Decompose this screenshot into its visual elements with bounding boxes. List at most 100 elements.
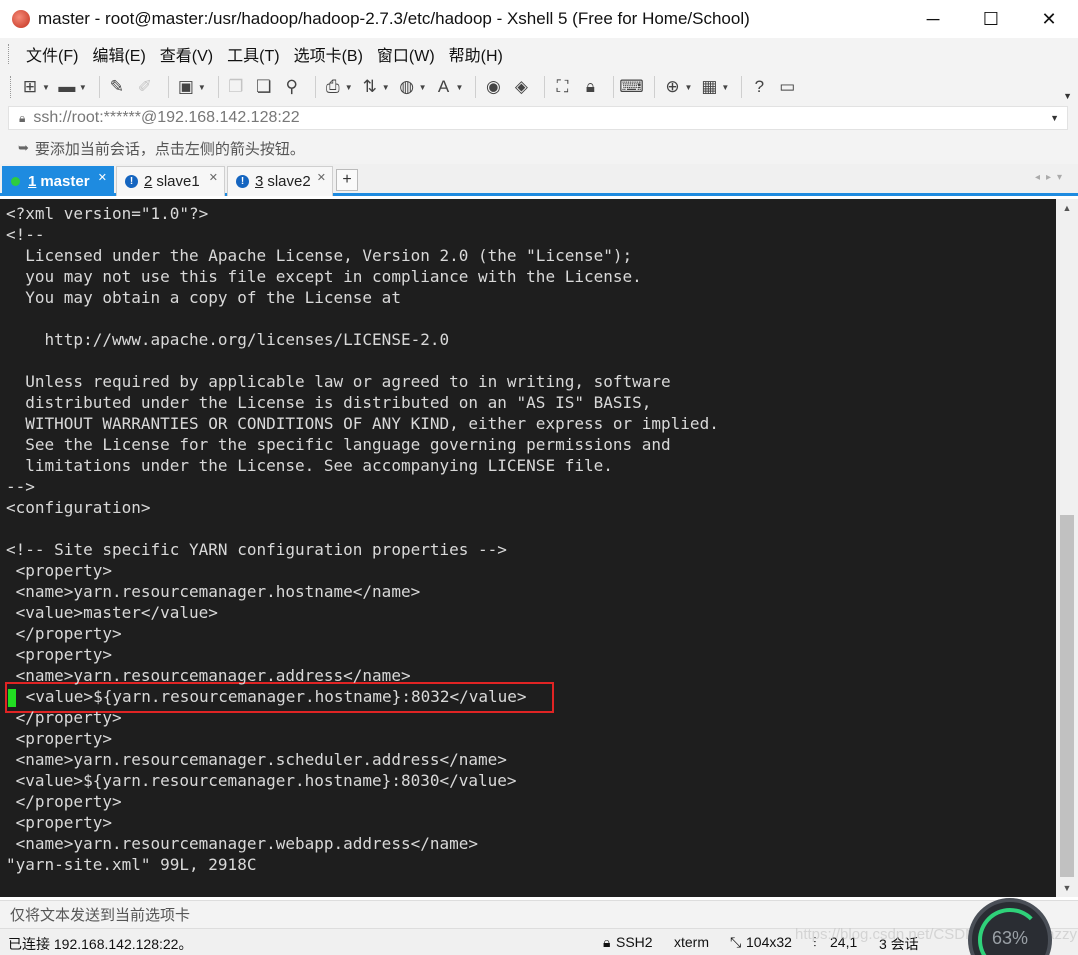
toolbar-divider: [314, 76, 316, 98]
terminal-line: <value>${yarn.resourcemanager.hostname}:…: [6, 771, 517, 790]
menu-tools[interactable]: 工具(T): [220, 42, 286, 66]
tab-scroll-arrows-icon[interactable]: ◂▸▾: [1035, 172, 1068, 183]
terminal-line: <!--: [6, 225, 45, 244]
terminal-line: <name>yarn.resourcemanager.webapp.addres…: [6, 834, 479, 853]
minimize-button[interactable]: ─: [904, 0, 962, 38]
xmanager-icon: ◈: [514, 77, 528, 96]
toolbar-divider: [98, 76, 100, 98]
terminal-scrollbar[interactable]: ▲ ▼: [1056, 199, 1078, 897]
copy-button[interactable]: ❐: [225, 76, 247, 98]
disconnect-icon: ✐: [137, 77, 152, 96]
terminal-line: You may obtain a copy of the License at: [6, 288, 401, 307]
xmanager-button[interactable]: ◈: [510, 76, 532, 98]
status-size: 104x32: [746, 934, 792, 950]
tab-master[interactable]: 1 master ✕: [2, 166, 114, 196]
font-icon: A: [437, 77, 450, 96]
scroll-up-icon[interactable]: ▲: [1056, 199, 1078, 217]
menu-file[interactable]: 文件(F): [19, 42, 85, 66]
globe-button[interactable]: ◍ ▼: [396, 76, 426, 98]
compose-bar[interactable]: 仅将文本发送到当前选项卡: [0, 900, 1078, 928]
chat-icon: ▭: [779, 77, 796, 96]
find-button[interactable]: ⚲: [281, 76, 303, 98]
chevron-down-icon: ▼: [42, 82, 50, 92]
xshell-logo-icon: [12, 10, 30, 28]
toolbar-overflow-icon[interactable]: ▼: [1063, 91, 1072, 101]
fullscreen-button[interactable]: ⛶: [551, 76, 573, 98]
address-field[interactable]: 🔒︎ ssh://root:******@192.168.142.128:22 …: [8, 106, 1068, 130]
close-tab-icon[interactable]: ✕: [209, 171, 218, 184]
maximize-button[interactable]: ☐: [962, 0, 1020, 38]
menu-edit[interactable]: 编辑(E): [85, 42, 152, 66]
terminal-line: distributed under the License is distrib…: [6, 393, 652, 412]
globe-icon: ◍: [399, 77, 415, 96]
print-button[interactable]: ⎙ ▼: [322, 76, 353, 98]
window-title: master - root@master:/usr/hadoop/hadoop-…: [38, 9, 750, 28]
menu-view[interactable]: 查看(V): [153, 42, 220, 66]
scroll-down-icon[interactable]: ▼: [1056, 879, 1078, 897]
terminal-line: <value>master</value>: [6, 603, 218, 622]
terminal-line: <property>: [6, 729, 112, 748]
address-bar: 🔒︎ ssh://root:******@192.168.142.128:22 …: [0, 104, 1078, 132]
address-text: ssh://root:******@192.168.142.128:22: [33, 109, 300, 126]
menu-grip[interactable]: [8, 44, 11, 64]
layout-button[interactable]: ▦ ▼: [698, 76, 729, 98]
menu-tab[interactable]: 选项卡(B): [287, 42, 370, 66]
menu-help[interactable]: 帮助(H): [442, 42, 510, 66]
resize-icon: ⤡: [730, 934, 742, 950]
tab-bar: 1 master ✕ ! 2 slave1 ✕ ! 3 slave2 ✕ + ◂▸▾: [0, 164, 1078, 196]
print-icon: ⎙: [325, 77, 340, 96]
tab-number: 2: [144, 173, 153, 190]
properties-button[interactable]: ▣ ▼: [175, 76, 206, 98]
terminal-line: "yarn-site.xml" 99L, 2918C: [6, 855, 257, 874]
chevron-down-icon: ▼: [684, 82, 693, 92]
tab-label: 3 slave2: [255, 173, 311, 190]
close-tab-icon[interactable]: ✕: [98, 171, 107, 184]
add-tab-toolbar-button[interactable]: ⊕ ▼: [661, 76, 692, 98]
terminal-line: <property>: [6, 645, 112, 664]
keyboard-button[interactable]: ⌨: [619, 76, 644, 98]
title-bar: master - root@master:/usr/hadoop/hadoop-…: [0, 0, 1078, 38]
keyboard-icon: ⌨: [619, 77, 644, 96]
terminal-line: See the License for the specific languag…: [6, 435, 671, 454]
toolbar-divider: [544, 76, 546, 98]
transfer-button[interactable]: ⇅ ▼: [359, 76, 390, 98]
terminal-line: </property>: [6, 708, 122, 727]
tab-slave2[interactable]: ! 3 slave2 ✕: [227, 166, 333, 196]
close-button[interactable]: ✕: [1020, 0, 1078, 38]
terminal-line: </property>: [6, 792, 122, 811]
chat-button[interactable]: ▭: [776, 76, 798, 98]
arrow-right-icon[interactable]: ➥: [18, 140, 29, 156]
copy-icon: ❐: [228, 77, 244, 96]
warning-icon: !: [236, 175, 249, 188]
toolbar-divider: [654, 76, 656, 98]
new-session-icon: ⊞: [22, 77, 38, 96]
paste-button[interactable]: ❏: [253, 76, 275, 98]
window-controls: ─ ☐ ✕: [904, 0, 1078, 38]
tab-slave1[interactable]: ! 2 slave1 ✕: [116, 166, 225, 196]
chevron-down-icon: ▼: [381, 82, 390, 92]
help-button[interactable]: ?: [748, 76, 770, 98]
terminal-line: <property>: [6, 813, 112, 832]
lock-icon: 🔒︎: [19, 110, 26, 125]
tab-label: 2 slave1: [144, 173, 200, 190]
close-tab-icon[interactable]: ✕: [317, 171, 326, 184]
terminal-screen[interactable]: <?xml version="1.0"?> <!-- Licensed under…: [0, 199, 1056, 897]
toolbar-grip[interactable]: [10, 76, 13, 98]
disconnect-button[interactable]: ✐: [134, 76, 156, 98]
hint-text: 要添加当前会话，点击左侧的箭头按钮。: [34, 140, 305, 158]
lock-button[interactable]: 🔒︎: [579, 76, 601, 98]
toolbar-divider: [217, 76, 219, 98]
scrollbar-thumb[interactable]: [1060, 515, 1074, 877]
terminal-line: Unless required by applicable law or agr…: [6, 372, 671, 391]
chevron-down-icon: ▼: [344, 82, 353, 92]
chevron-down-icon[interactable]: ▼: [1050, 113, 1059, 123]
new-session-button[interactable]: ⊞ ▼: [19, 76, 50, 98]
font-button[interactable]: A ▼: [433, 76, 464, 98]
menu-window[interactable]: 窗口(W): [370, 42, 442, 66]
xftp-icon: ◉: [486, 77, 501, 96]
xftp-button[interactable]: ◉: [482, 76, 504, 98]
open-button[interactable]: ▬ ▼: [56, 76, 86, 98]
chevron-down-icon: ▼: [455, 82, 464, 92]
reconnect-button[interactable]: ✎: [106, 76, 128, 98]
add-tab-button[interactable]: +: [336, 169, 358, 191]
